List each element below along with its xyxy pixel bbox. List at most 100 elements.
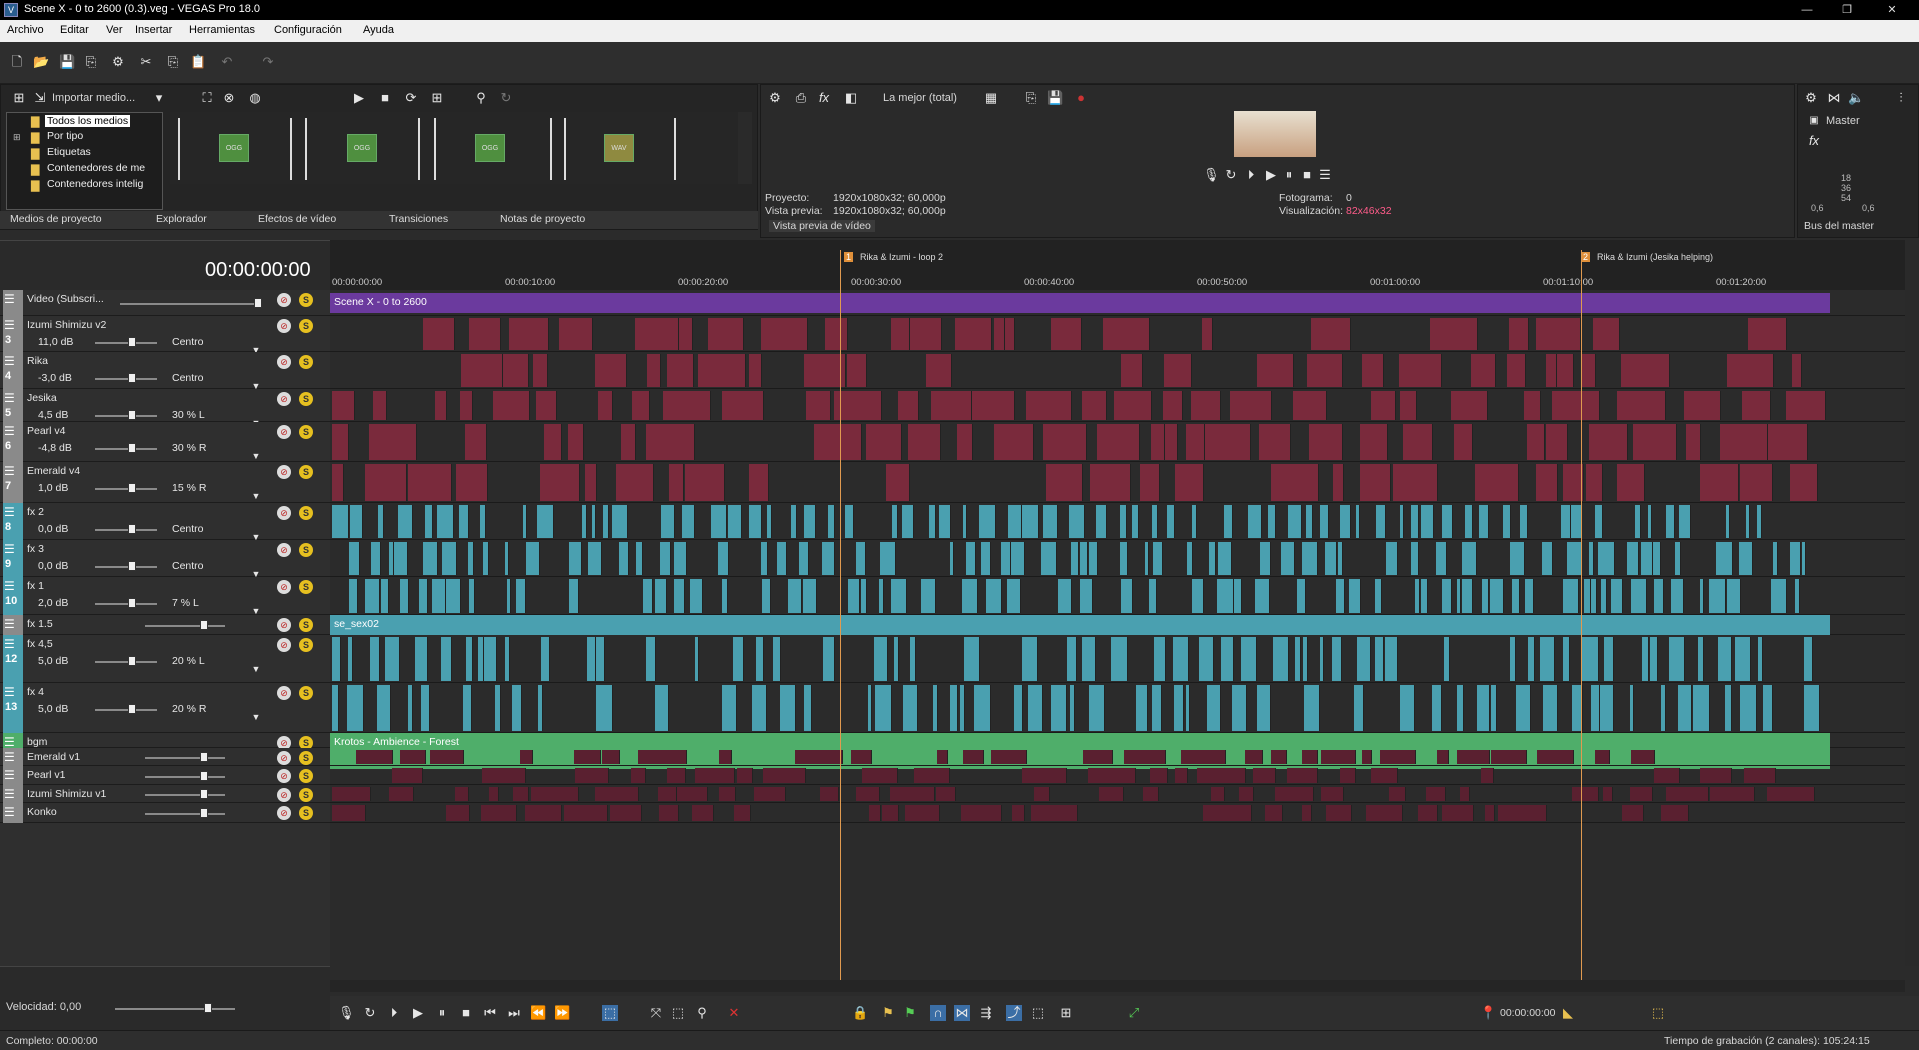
audio-clip[interactable] — [349, 579, 358, 613]
audio-clip[interactable] — [669, 464, 684, 501]
audio-clip[interactable] — [1041, 542, 1057, 575]
import-media-icon[interactable]: ⇲ — [32, 90, 48, 106]
scene-detect-icon[interactable]: ⤢ — [1126, 1005, 1142, 1021]
marker-2-number[interactable]: 2 — [1581, 252, 1591, 262]
audio-clip[interactable] — [349, 542, 360, 575]
audio-clip[interactable] — [661, 505, 675, 538]
audio-clip[interactable] — [1462, 579, 1473, 613]
audio-clip[interactable] — [1245, 750, 1263, 764]
audio-clip[interactable] — [1595, 505, 1603, 538]
audio-clip[interactable] — [1746, 505, 1750, 538]
pause-icon[interactable]: ⏸ — [1281, 167, 1297, 183]
audio-clip[interactable] — [674, 579, 685, 613]
track-lane[interactable] — [330, 766, 1905, 785]
audio-clip[interactable] — [874, 637, 888, 681]
audio-clip[interactable] — [695, 768, 735, 783]
audio-clip[interactable] — [950, 685, 958, 731]
mute-icon[interactable]: ⊘ — [277, 638, 291, 652]
media-fx-icon[interactable]: ◍ — [247, 90, 263, 106]
audio-clip[interactable] — [1641, 542, 1653, 575]
menu-archivo[interactable]: Archivo — [7, 24, 44, 36]
audio-clip[interactable] — [1700, 768, 1732, 783]
audio-clip[interactable] — [1631, 750, 1655, 764]
track-header[interactable]: ☰ 8 fx 2 0,0 dB Centro ▼ ⊘ S — [0, 503, 330, 542]
track-header[interactable]: ☰ Konko ⊘ S — [0, 803, 330, 823]
audio-clip[interactable] — [848, 579, 860, 613]
tree-item-etiquetas[interactable]: Etiquetas — [47, 146, 91, 158]
audio-clip[interactable] — [408, 685, 413, 731]
audio-clip[interactable] — [505, 637, 510, 681]
audio-clip[interactable] — [1175, 464, 1204, 501]
time-ruler[interactable]: 00:00:00:00 00:00:10:00 00:00:20:00 00:0… — [330, 274, 1900, 290]
audio-clip[interactable] — [1271, 750, 1287, 764]
audio-clip[interactable] — [1124, 750, 1166, 764]
audio-clip[interactable] — [820, 787, 839, 801]
audio-clip[interactable] — [465, 424, 487, 460]
audio-clip[interactable] — [734, 805, 751, 821]
track-name[interactable]: Pearl v4 — [27, 425, 66, 437]
audio-clip[interactable] — [423, 318, 455, 350]
audio-clip[interactable] — [1617, 464, 1645, 501]
track-menu-icon[interactable]: ☰ — [4, 618, 18, 631]
audio-clip[interactable] — [1120, 542, 1128, 575]
velocidad-knob[interactable] — [204, 1003, 212, 1013]
audio-clip[interactable] — [1790, 464, 1818, 501]
audio-clip[interactable] — [582, 505, 587, 538]
audio-clip[interactable] — [1164, 354, 1192, 387]
menu-herramientas[interactable]: Herramientas — [189, 24, 255, 36]
audio-clip[interactable] — [1767, 787, 1815, 801]
audio-clip[interactable] — [1197, 768, 1246, 783]
tab-explorador[interactable]: Explorador — [156, 213, 207, 225]
track-name[interactable]: fx 1 — [27, 580, 44, 592]
audio-clip[interactable] — [1022, 637, 1038, 681]
track-header[interactable]: ☰ 3 Izumi Shimizu v2 11,0 dB Centro ▼ ⊘ S — [0, 316, 330, 355]
lock-envelopes-icon[interactable]: ⤴ — [1006, 1005, 1022, 1021]
volume-slider[interactable] — [145, 757, 225, 759]
audio-clip[interactable] — [1209, 542, 1216, 575]
menu-insertar[interactable]: Insertar — [135, 24, 172, 36]
audio-clip[interactable] — [1520, 505, 1528, 538]
menu-ver[interactable]: Ver — [106, 24, 123, 36]
audio-clip[interactable] — [1598, 542, 1615, 575]
audio-clip[interactable] — [1145, 542, 1149, 575]
audio-clip[interactable] — [1525, 579, 1534, 613]
audio-clip[interactable] — [415, 637, 428, 681]
audio-clip[interactable] — [531, 787, 579, 801]
audio-clip[interactable] — [804, 685, 812, 731]
audio-clip[interactable] — [1563, 579, 1579, 613]
delete-icon[interactable]: ✕ — [726, 1005, 742, 1021]
audio-clip[interactable] — [1490, 579, 1504, 613]
audio-clip[interactable] — [1302, 805, 1312, 821]
tab-medios-proyecto[interactable]: Medios de proyecto — [10, 213, 102, 225]
audio-clip[interactable] — [533, 354, 548, 387]
audio-clip[interactable] — [446, 805, 470, 821]
track-lane[interactable] — [330, 462, 1905, 503]
audio-clip[interactable] — [1600, 685, 1614, 731]
audio-clip[interactable] — [903, 685, 918, 731]
marker-1-label[interactable]: Rika & Izumi - loop 2 — [860, 252, 943, 262]
audio-clip[interactable] — [1582, 637, 1599, 681]
audio-clip[interactable] — [722, 685, 737, 731]
track-menu-icon[interactable]: ☰ — [4, 543, 18, 556]
speaker-icon[interactable]: 🔈 — [1848, 90, 1864, 106]
audio-clip[interactable] — [1088, 768, 1136, 783]
solo-icon[interactable]: S — [299, 686, 313, 700]
audio-clip[interactable] — [910, 318, 942, 350]
audio-clip[interactable] — [1768, 424, 1808, 460]
audio-clip[interactable] — [1479, 505, 1489, 538]
audio-clip[interactable] — [1726, 505, 1730, 538]
tree-item-contenedores-medios[interactable]: Contenedores de me — [47, 162, 145, 174]
volume-slider[interactable] — [145, 625, 225, 627]
audio-clip[interactable] — [698, 354, 746, 387]
track-lane[interactable] — [330, 352, 1905, 389]
audio-clip[interactable] — [1207, 685, 1221, 731]
audio-clip[interactable] — [369, 424, 417, 460]
audio-clip[interactable] — [466, 637, 473, 681]
audio-clip[interactable] — [898, 391, 919, 420]
audio-clip[interactable] — [1432, 685, 1442, 731]
track-header[interactable]: ☰ Pearl v1 ⊘ S — [0, 766, 330, 785]
audio-clip[interactable] — [1700, 579, 1704, 613]
audio-clip[interactable] — [1758, 637, 1763, 681]
audio-clip[interactable] — [596, 685, 613, 731]
audio-clip[interactable] — [1710, 787, 1755, 801]
